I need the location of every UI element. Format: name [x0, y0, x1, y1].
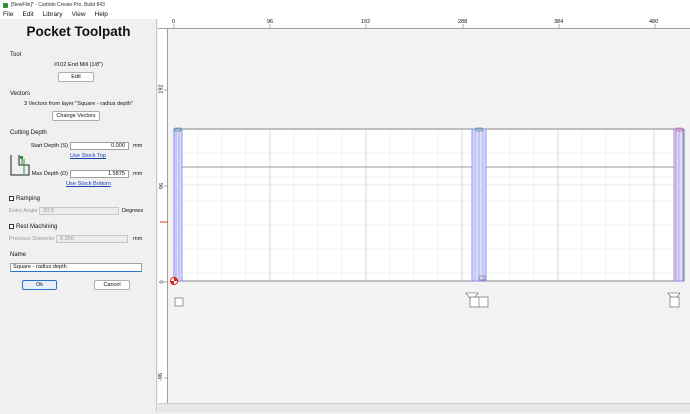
previous-diameter-input[interactable]: 6.350 — [56, 235, 128, 243]
entry-angle-label: Entry Angle — [9, 208, 38, 214]
top-ruler: 0 96 192 288 384 480 — [158, 19, 690, 29]
pocket-toolpath-panel: Pocket Toolpath Tool #102 End Mill (1/8"… — [0, 19, 157, 412]
menu-view[interactable]: View — [72, 11, 86, 18]
ruler-left-label: -96 — [157, 373, 164, 381]
ruler-top-label: 96 — [267, 19, 274, 25]
entry-angle-unit: Degrees — [122, 208, 144, 214]
menu-edit[interactable]: Edit — [22, 11, 33, 18]
fixture-marker-right — [669, 296, 680, 308]
toolpath-name-input[interactable]: Square - radius depth — [10, 263, 142, 272]
window-title: [NewFile]* - Carbide Create Pro, Build 8… — [11, 2, 105, 8]
stock-area — [174, 129, 684, 281]
ruler-top-label: 384 — [554, 19, 564, 25]
horizontal-scrollbar[interactable] — [158, 403, 690, 412]
ramping-label: Ramping — [16, 196, 41, 202]
menu-file[interactable]: File — [3, 11, 13, 18]
max-depth-input[interactable]: 1.5875 — [70, 170, 129, 178]
vector-right — [673, 128, 684, 282]
ruler-left-label: 192 — [158, 84, 165, 94]
start-depth-input[interactable]: 0.000 — [70, 142, 129, 150]
rest-machining-label: Rest Machining — [16, 224, 58, 230]
app-icon — [3, 2, 8, 8]
ramping-checkbox[interactable] — [9, 196, 14, 201]
ruler-top-label: 288 — [458, 19, 468, 25]
tool-name: #102 End Mill (1/8") — [54, 62, 103, 68]
ok-button[interactable]: Ok — [22, 280, 57, 290]
max-depth-label: Max Depth (D) — [31, 171, 68, 177]
previous-diameter-unit: mm — [133, 236, 143, 242]
rest-machining-checkbox[interactable] — [9, 224, 14, 229]
use-stock-top-link[interactable]: Use Stock Top — [70, 153, 106, 159]
ruler-top-label: 0 — [172, 19, 176, 25]
ruler-left-label: 96 — [159, 182, 166, 190]
panel-title: Pocket Toolpath — [26, 24, 131, 39]
start-depth-unit: mm — [133, 143, 143, 149]
name-heading: Name — [10, 252, 27, 258]
canvas-drawing — [169, 127, 685, 308]
ruler-left-label: 0 — [159, 280, 166, 284]
tool-heading: Tool — [10, 52, 22, 58]
vectors-heading: Vectors — [10, 91, 31, 97]
change-vectors-button[interactable]: Change Vectors — [52, 111, 100, 121]
top-ruler-ticks — [173, 24, 656, 29]
design-canvas[interactable] — [168, 29, 690, 403]
start-depth-label: Start Depth (S) — [30, 143, 68, 149]
previous-diameter-label: Previous Diameter — [9, 236, 56, 242]
fixture-marker-left — [174, 297, 184, 307]
vector-left — [173, 128, 183, 282]
entry-angle-input[interactable]: 20.0 — [39, 207, 119, 215]
ruler-top-label: 192 — [361, 19, 371, 25]
left-ruler: 192 96 0 -96 — [158, 29, 168, 403]
vectors-summary: 3 Vectors from layer "Square - radius de… — [23, 101, 134, 107]
cancel-button[interactable]: Cancel — [94, 280, 130, 290]
ruler-top-label: 480 — [649, 19, 659, 25]
menu-library[interactable]: Library — [43, 11, 63, 18]
edit-tool-button[interactable]: Edit — [58, 72, 94, 82]
menu-bar: File Edit Library View Help — [0, 10, 690, 19]
menu-help[interactable]: Help — [95, 11, 108, 18]
max-depth-unit: mm — [133, 171, 143, 177]
use-stock-bottom-link[interactable]: Use Stock Bottom — [66, 181, 111, 187]
cutting-depth-heading: Cutting Depth — [10, 130, 47, 136]
title-bar: [NewFile]* - Carbide Create Pro, Build 8… — [0, 0, 690, 10]
